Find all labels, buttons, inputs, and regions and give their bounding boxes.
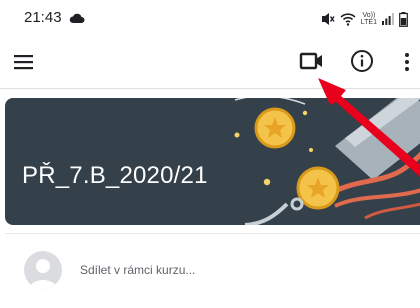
person-icon bbox=[29, 259, 57, 289]
lte-label: LTE1 bbox=[360, 19, 377, 26]
course-title: PŘ_7.B_2020/21 bbox=[22, 162, 208, 189]
more-vert-icon[interactable] bbox=[398, 49, 416, 75]
signal-icon bbox=[382, 13, 394, 25]
share-input[interactable]: Sdílet v rámci kurzu... bbox=[80, 263, 195, 277]
status-bar: 21:43 Vo)) LTE1 bbox=[0, 0, 420, 38]
status-time: 21:43 bbox=[24, 9, 62, 26]
course-banner[interactable]: PŘ_7.B_2020/21 bbox=[5, 98, 420, 225]
medal-icon bbox=[296, 166, 340, 210]
volte-label: Vo)) bbox=[362, 12, 376, 19]
menu-icon[interactable] bbox=[12, 50, 36, 74]
avatar bbox=[24, 251, 62, 289]
volte-icon: Vo)) LTE1 bbox=[361, 12, 377, 26]
battery-icon bbox=[399, 11, 408, 27]
app-bar bbox=[0, 38, 420, 84]
video-camera-icon[interactable] bbox=[298, 48, 326, 74]
medal-icon bbox=[254, 107, 296, 149]
app-bar-divider bbox=[0, 88, 420, 89]
cloud-icon bbox=[69, 13, 85, 23]
stream-divider bbox=[5, 233, 420, 234]
status-icons: Vo)) LTE1 bbox=[321, 10, 408, 28]
info-icon[interactable] bbox=[348, 47, 376, 75]
mute-icon bbox=[321, 13, 335, 25]
wifi-icon bbox=[340, 13, 356, 26]
